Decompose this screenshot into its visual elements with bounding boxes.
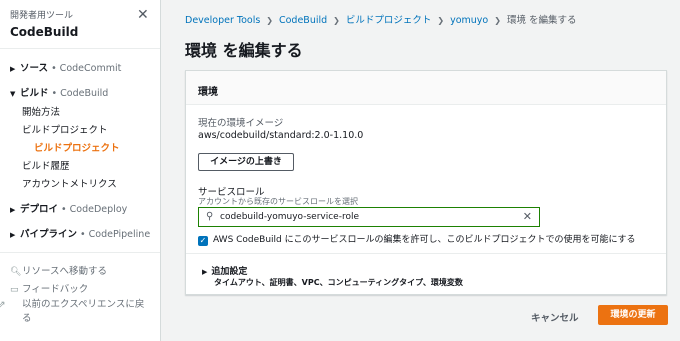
environment-panel: 環境 現在の環境イメージ aws/codebuild/standard:2.0-… (185, 70, 667, 295)
allow-edit-role-row[interactable]: ✓ AWS CodeBuild にこのサービスロールの編集を許可し、このビルドプロ… (198, 232, 636, 246)
caret-right-icon: ▶ (202, 268, 208, 276)
service-role-hint: アカウントから既存のサービスロールを選択 (198, 197, 358, 206)
divider (0, 48, 160, 49)
nav-item-getting-started[interactable]: 開始方法 (22, 104, 60, 118)
nav-item-build-history[interactable]: ビルド履歴 (22, 158, 70, 172)
chevron-right-icon: ❯ (333, 16, 340, 25)
sidebar-header: 開発者用ツール CodeBuild (10, 8, 78, 39)
sidebar-subtitle: 開発者用ツール (10, 11, 74, 21)
page-title: 環境 を編集する (185, 41, 303, 60)
feedback-link[interactable]: ▭ フィードバック (10, 281, 88, 295)
sidebar-title: CodeBuild (10, 25, 79, 39)
breadcrumb-current: 環境 を編集する (506, 15, 577, 26)
update-environment-button[interactable]: 環境の更新 (598, 305, 668, 325)
breadcrumb-codebuild[interactable]: CodeBuild (279, 15, 327, 26)
caret-right-icon: ▶ (10, 231, 16, 239)
nav-item-build-project-active[interactable]: ビルドプロジェクト (34, 140, 120, 154)
divider (0, 252, 160, 253)
nav-group-build[interactable]: ▼ ビルド • CodeBuild (10, 85, 108, 99)
override-image-button[interactable]: イメージの上書き (198, 153, 294, 171)
service-role-input[interactable] (220, 210, 510, 224)
previous-experience-link[interactable]: ⇗ 以前のエクスペリエンスに戻る (0, 298, 150, 325)
go-to-resource-link[interactable]: 🔍︎リソースへ移動する (10, 263, 107, 277)
caret-right-icon: ▶ (10, 65, 16, 73)
clear-icon[interactable]: ✕ (523, 210, 532, 224)
search-icon: 🔍︎ (10, 267, 22, 277)
nav-group-pipeline[interactable]: ▶ パイプライン • CodePipeline (10, 226, 150, 240)
allow-edit-role-label: AWS CodeBuild にこのサービスロールの編集を許可し、このビルドプロジ… (213, 235, 636, 245)
breadcrumb-project[interactable]: yomuyo (450, 15, 488, 26)
chevron-right-icon: ❯ (437, 16, 445, 25)
close-icon[interactable]: ✕ (137, 8, 149, 22)
caret-down-icon: ▼ (10, 90, 16, 98)
nav-group-source[interactable]: ▶ ソース • CodeCommit (10, 60, 121, 74)
additional-config-description: タイムアウト、証明書、VPC、コンピューティングタイプ、環境変数 (214, 278, 463, 287)
caret-right-icon: ▶ (10, 206, 16, 214)
breadcrumb: Developer Tools ❯ CodeBuild ❯ ビルドプロジェクト ❯ yomu… (185, 12, 576, 26)
breadcrumb-build-projects[interactable]: ビルドプロジェクト (346, 15, 432, 26)
chevron-right-icon: ❯ (266, 16, 273, 25)
search-icon: ⚲ (206, 211, 214, 222)
sidebar: 開発者用ツール CodeBuild ✕ ▶ ソース • CodeCommit ▼ ビ… (0, 0, 161, 341)
nav-item-build-projects[interactable]: ビルドプロジェクト (22, 122, 108, 136)
nav-group-deploy[interactable]: ▶ デプロイ • CodeDeploy (10, 201, 127, 215)
divider (186, 253, 666, 254)
chevron-right-icon: ❯ (494, 16, 501, 25)
breadcrumb-developer-tools[interactable]: Developer Tools (185, 15, 260, 26)
feedback-icon: ▭ (10, 285, 19, 295)
current-image-value: aws/codebuild/standard:2.0-1.10.0 (198, 130, 364, 141)
allow-edit-role-checkbox[interactable]: ✓ (198, 236, 208, 246)
panel-header: 環境 (186, 71, 666, 105)
current-image-label: 現在の環境イメージ (198, 118, 284, 129)
service-role-field[interactable]: ⚲ ✕ (198, 207, 540, 227)
external-link-icon: ⇗ (0, 300, 6, 310)
additional-config-toggle[interactable]: ▶ 追加設定 (202, 264, 247, 277)
cancel-button[interactable]: キャンセル (531, 310, 579, 324)
nav-item-account-metrics[interactable]: アカウントメトリクス (22, 176, 117, 190)
